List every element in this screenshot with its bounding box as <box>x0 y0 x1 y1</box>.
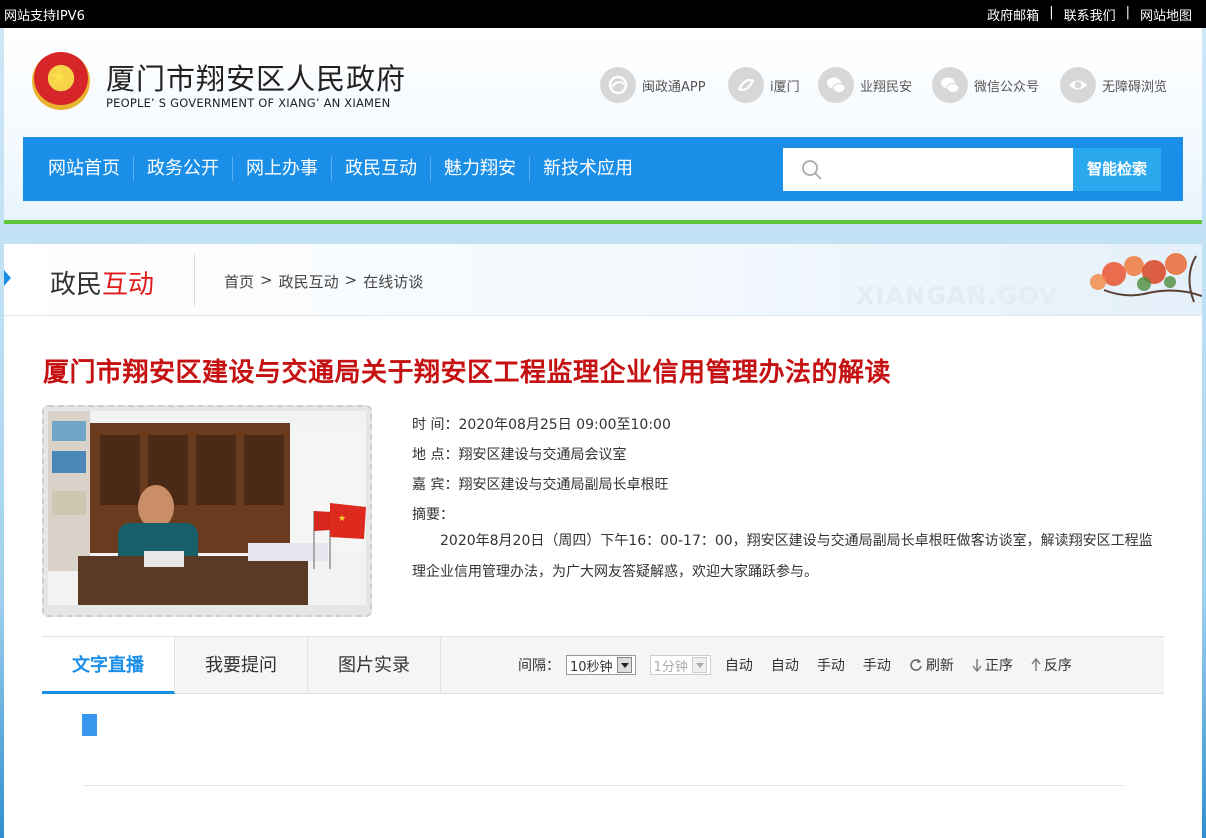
refresh-button[interactable]: 刷新 <box>909 655 954 675</box>
search-box <box>783 148 1073 191</box>
auto-button[interactable]: 自动 <box>725 655 753 675</box>
manual-button[interactable]: 手动 <box>817 655 845 675</box>
search-button[interactable]: 智能检索 <box>1073 148 1161 191</box>
quick-link-label: 无障碍浏览 <box>1102 79 1168 95</box>
top-links: 政府邮箱 | 联系我们 | 网站地图 <box>977 5 1202 24</box>
flowering-tree-decoration <box>1090 253 1202 303</box>
search-icon <box>802 160 822 180</box>
breadcrumb-interaction[interactable]: 政民互动 <box>279 271 339 292</box>
breadcrumb-home[interactable]: 首页 <box>224 271 254 292</box>
nav-item-interaction[interactable]: 政民互动 <box>332 157 431 181</box>
ipv6-notice: 网站支持IPV6 <box>4 9 85 24</box>
content-divider <box>84 785 1124 786</box>
top-bar: 网站支持IPV6 政府邮箱 | 联系我们 | 网站地图 <box>0 0 1206 28</box>
section-marker <box>4 270 11 286</box>
svg-text:★: ★ <box>338 514 346 524</box>
interval-label: 间隔： <box>518 658 560 674</box>
quick-link-label: 闽政通APP <box>642 79 706 95</box>
site-title[interactable]: 厦门市翔安区人民政府 <box>106 56 406 98</box>
ixiamen-icon <box>728 67 764 103</box>
chevron-down-icon <box>691 657 707 673</box>
search-input[interactable] <box>833 156 1063 184</box>
interval-select[interactable]: 10秒钟 <box>566 655 636 675</box>
interview-place: 地 点：翔安区建设与交通局会议室 <box>412 447 627 463</box>
national-emblem-logo[interactable] <box>32 52 90 110</box>
quick-link-wechat[interactable]: 微信公众号 <box>932 66 1039 104</box>
quick-link-ixiamen[interactable]: i厦门 <box>728 66 800 104</box>
breadcrumb-sep: > <box>344 271 358 289</box>
watermark: XIANGAN.GOV <box>856 282 1059 310</box>
main-nav: 网站首页 政务公开 网上办事 政民互动 魅力翔安 新技术应用 智能检索 <box>23 137 1183 201</box>
minzhengtong-icon <box>600 67 636 103</box>
divider <box>194 254 195 306</box>
site-subtitle: PEOPLE’ S GOVERNMENT OF XIANG’ AN XIAMEN <box>106 96 391 110</box>
quick-link-minzhengtong[interactable]: 闽政通APP <box>600 66 706 104</box>
arrow-down-icon <box>972 659 982 672</box>
nav-item-charm[interactable]: 魅力翔安 <box>431 157 530 181</box>
eye-icon <box>1060 67 1096 103</box>
nav-item-new-tech[interactable]: 新技术应用 <box>530 157 646 181</box>
refresh-icon <box>910 659 922 671</box>
nav-item-home[interactable]: 网站首页 <box>35 157 134 181</box>
tab-text-live[interactable]: 文字直播 <box>42 637 175 694</box>
quick-link-label: 业翔民安 <box>860 79 913 95</box>
quick-link-accessibility[interactable]: 无障碍浏览 <box>1060 66 1167 104</box>
breadcrumb-current[interactable]: 在线访谈 <box>363 271 423 292</box>
article-title: 厦门市翔安区建设与交通局关于翔安区工程监理企业信用管理办法的解读 <box>43 358 892 388</box>
descending-button[interactable]: 反序 <box>1031 655 1072 675</box>
quick-link-yexiang[interactable]: 业翔民安 <box>818 66 912 104</box>
nav-item-gov-affairs[interactable]: 政务公开 <box>134 157 233 181</box>
live-tabs-bar: 文字直播 我要提问 图片实录 间隔： 10秒钟 1分钟 自动 自动 手动 手动 … <box>42 636 1164 694</box>
interview-summary: 2020年8月20日（周四）下午16：00-17：00，翔安区建设与交通局副局长… <box>412 533 1153 580</box>
manual-button[interactable]: 手动 <box>863 655 891 675</box>
header-divider <box>4 220 1202 224</box>
breadcrumb: 首页 > 政民互动 > 在线访谈 <box>224 271 429 292</box>
section-header: 政民互动 首页 > 政民互动 > 在线访谈 XIANGAN.GOV <box>4 244 1202 316</box>
interval-select-disabled: 1分钟 <box>649 655 711 675</box>
arrow-up-icon <box>1031 658 1041 671</box>
tab-photo-record[interactable]: 图片实录 <box>308 637 441 694</box>
interview-guest: 嘉 宾：翔安区建设与交通局副局长卓根旺 <box>412 477 669 493</box>
section-title: 政民互动 <box>50 270 155 300</box>
auto-button[interactable]: 自动 <box>771 655 799 675</box>
tab-ask-question[interactable]: 我要提问 <box>175 637 308 694</box>
interview-time: 时 间：2020年08月25日 09:00至10:00 <box>412 417 671 433</box>
live-content-marker <box>82 714 97 736</box>
quick-link-label: 微信公众号 <box>974 79 1040 95</box>
content-panel: 政民互动 首页 > 政民互动 > 在线访谈 XIANGAN.GOV 厦门市翔安区… <box>4 244 1202 838</box>
live-controls: 间隔： 10秒钟 1分钟 自动 自动 手动 手动 刷新 正序 反序 <box>518 655 1072 675</box>
contact-us-link[interactable]: 联系我们 <box>1054 5 1126 24</box>
quick-link-label: i厦门 <box>770 79 800 95</box>
guest-photo: ★ <box>48 411 366 605</box>
site-map-link[interactable]: 网站地图 <box>1130 5 1202 24</box>
wechat-icon <box>932 67 968 103</box>
ascending-button[interactable]: 正序 <box>972 655 1013 675</box>
chevron-down-icon <box>616 657 632 673</box>
wechat-icon <box>818 67 854 103</box>
breadcrumb-sep: > <box>260 271 273 289</box>
nav-item-online-service[interactable]: 网上办事 <box>233 157 332 181</box>
interview-meta: 时 间：2020年08月25日 09:00至10:00 地 点：翔安区建设与交通… <box>412 410 671 530</box>
gov-mail-link[interactable]: 政府邮箱 <box>977 5 1049 24</box>
